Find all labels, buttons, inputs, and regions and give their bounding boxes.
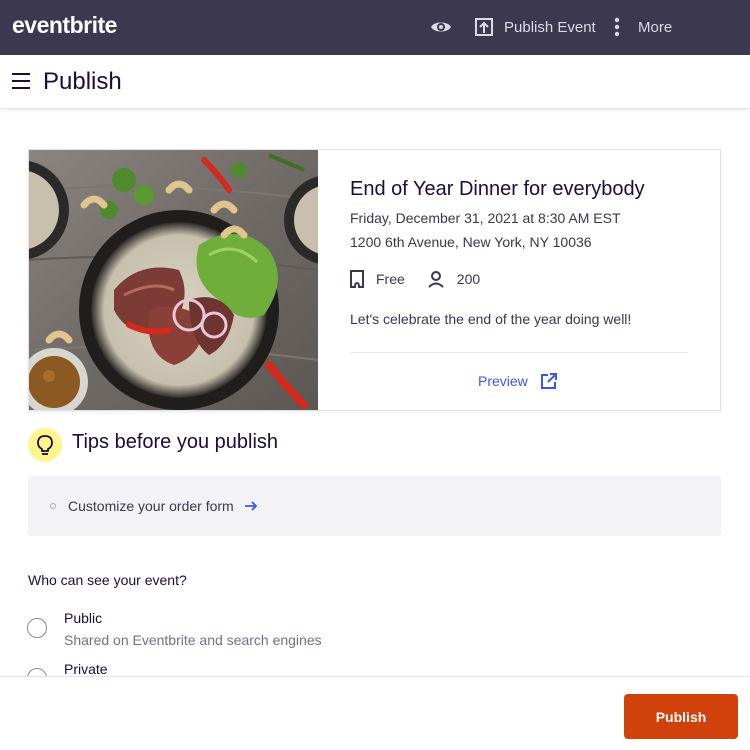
event-price: Free xyxy=(350,270,405,288)
person-icon xyxy=(428,271,444,288)
eye-icon xyxy=(431,22,451,32)
tips-title: Tips before you publish xyxy=(72,431,279,453)
preview-label: Preview xyxy=(478,373,528,389)
event-image xyxy=(29,150,318,410)
external-link-icon xyxy=(540,373,557,389)
public-option-description: Shared on Eventbrite and search engines xyxy=(64,632,322,648)
bottom-action-bar: Publish xyxy=(0,676,750,750)
tip-customize-order-form-link[interactable]: Customize your order form xyxy=(68,498,258,514)
page-header: Publish xyxy=(0,55,750,109)
eventbrite-logo[interactable]: eventbrite xyxy=(12,12,117,39)
hamburger-menu-icon[interactable] xyxy=(12,73,30,89)
publish-event-button[interactable]: Publish Event xyxy=(474,14,596,40)
event-meta-row: Free 200 xyxy=(350,270,502,288)
event-address: 1200 6th Avenue, New York, NY 10036 xyxy=(350,234,592,250)
event-capacity: 200 xyxy=(427,270,480,288)
event-preview-card: End of Year Dinner for everybody Friday,… xyxy=(28,149,721,411)
bullet-icon xyxy=(50,503,56,509)
tip-label: Customize your order form xyxy=(68,498,234,514)
event-date: Friday, December 31, 2021 at 8:30 AM EST xyxy=(350,210,621,226)
card-divider xyxy=(350,352,688,353)
publish-button[interactable]: Publish xyxy=(624,694,738,739)
ticket-icon xyxy=(350,270,364,288)
public-option-label[interactable]: Public xyxy=(64,610,102,626)
public-radio[interactable] xyxy=(27,618,47,638)
event-price-label: Free xyxy=(376,271,405,287)
arrow-right-icon xyxy=(244,501,257,511)
event-capacity-label: 200 xyxy=(456,271,481,287)
event-description: Let's celebrate the end of the year doin… xyxy=(350,311,632,327)
event-title: End of Year Dinner for everybody xyxy=(350,178,645,200)
preview-eye-button[interactable] xyxy=(428,14,454,40)
vertical-dots-icon xyxy=(614,17,620,37)
tips-list: Customize your order form xyxy=(28,476,721,536)
publish-event-label: Publish Event xyxy=(504,18,596,36)
lightbulb-icon xyxy=(28,428,62,462)
visibility-question: Who can see your event? xyxy=(28,572,187,588)
more-label: More xyxy=(638,18,673,36)
preview-link[interactable]: Preview xyxy=(478,372,558,390)
top-navigation-bar: eventbrite Publish Event More xyxy=(0,0,750,55)
private-option-label[interactable]: Private xyxy=(64,661,108,677)
upload-icon xyxy=(475,18,493,36)
more-menu-button[interactable]: More xyxy=(614,14,672,40)
page-title: Publish xyxy=(43,68,122,95)
